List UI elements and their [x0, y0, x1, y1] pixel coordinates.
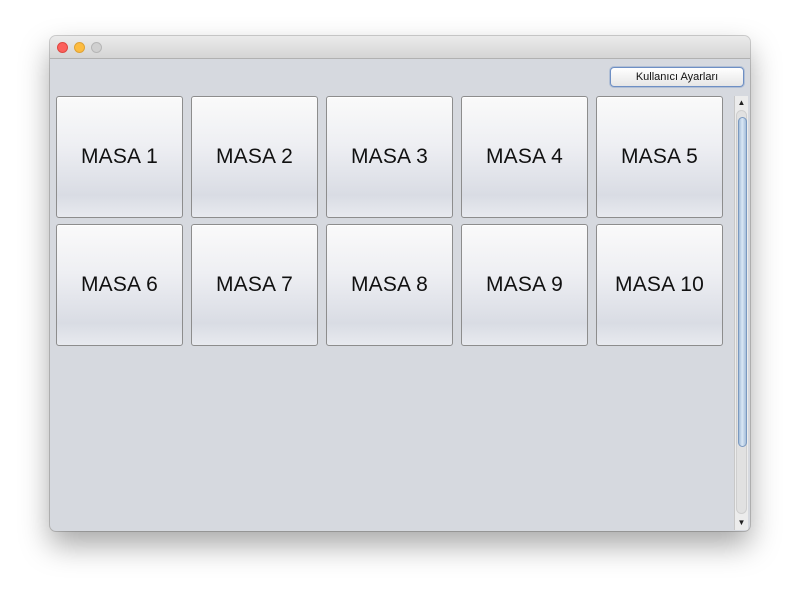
table-button-10[interactable]: MASA 10: [596, 224, 723, 346]
table-button-9[interactable]: MASA 9: [461, 224, 588, 346]
table-button-4[interactable]: MASA 4: [461, 96, 588, 218]
scroll-thumb[interactable]: [738, 117, 747, 447]
arrow-up-icon[interactable]: ▲: [735, 97, 748, 109]
table-button-1[interactable]: MASA 1: [56, 96, 183, 218]
table-button-7[interactable]: MASA 7: [191, 224, 318, 346]
minimize-window-button[interactable]: [74, 42, 85, 53]
table-button-2[interactable]: MASA 2: [191, 96, 318, 218]
user-settings-button[interactable]: Kullanıcı Ayarları: [610, 67, 744, 87]
arrow-down-icon[interactable]: ▼: [735, 517, 748, 529]
table-button-8[interactable]: MASA 8: [326, 224, 453, 346]
table-button-3[interactable]: MASA 3: [326, 96, 453, 218]
title-bar[interactable]: [50, 36, 750, 59]
table-grid: MASA 1 MASA 2 MASA 3 MASA 4 MASA 5 MASA …: [56, 96, 728, 352]
table-button-6[interactable]: MASA 6: [56, 224, 183, 346]
scroll-track[interactable]: [736, 110, 747, 514]
close-window-button[interactable]: [57, 42, 68, 53]
vertical-scrollbar[interactable]: ▲ ▼: [734, 96, 748, 530]
table-button-5[interactable]: MASA 5: [596, 96, 723, 218]
zoom-window-button[interactable]: [91, 42, 102, 53]
app-window: Kullanıcı Ayarları MASA 1 MASA 2 MASA 3 …: [50, 36, 750, 531]
